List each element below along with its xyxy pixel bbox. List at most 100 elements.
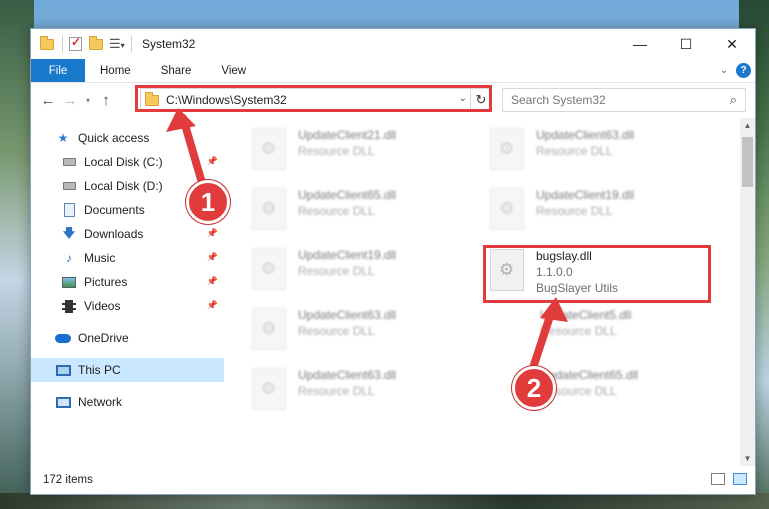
sidebar-item-pictures[interactable]: Pictures 📌 xyxy=(31,270,224,294)
pin-icon[interactable]: 📌 xyxy=(207,276,218,287)
file-description: Resource DLL xyxy=(298,264,375,278)
scroll-down-icon[interactable]: ▼ xyxy=(740,451,755,466)
status-bar: 172 items xyxy=(31,466,755,494)
sidebar-item-local-disk-c[interactable]: Local Disk (C:) 📌 xyxy=(31,150,224,174)
step-badge-1: 1 xyxy=(186,180,230,224)
file-name: UpdateClient5.dll xyxy=(540,308,632,322)
scroll-up-icon[interactable]: ▲ xyxy=(740,118,755,133)
up-arrow-icon[interactable]: ↑ xyxy=(95,92,117,109)
sidebar-item-network[interactable]: Network xyxy=(31,390,224,414)
sidebar-item-label: Local Disk (C:) xyxy=(84,155,163,169)
item-count: 172 items xyxy=(43,474,93,486)
pin-icon[interactable]: 📌 xyxy=(207,228,218,239)
download-icon: 🡇 xyxy=(62,225,76,240)
ribbon-tabs: File Home Share View ⌄ ? xyxy=(31,59,755,83)
file-item[interactable]: UpdateClient19.dll Resource DLL xyxy=(490,188,720,248)
navigation-bar: ← → ▾ ↑ C:\Windows\System32 ⌄ ↻ ⌕ xyxy=(31,83,755,117)
recent-locations-dropdown-icon[interactable]: ▾ xyxy=(81,96,95,105)
address-highlight-box xyxy=(135,85,492,112)
tab-file[interactable]: File xyxy=(31,59,85,82)
ribbon-right-controls: ⌄ ? xyxy=(720,63,751,78)
dll-file-icon xyxy=(252,188,286,230)
folder-icon[interactable] xyxy=(40,36,56,52)
sidebar-item-label: Network xyxy=(78,395,123,409)
window-title: System32 xyxy=(142,37,196,51)
sidebar-item-videos[interactable]: Videos 📌 xyxy=(31,294,224,318)
sidebar-item-label: Music xyxy=(84,251,116,265)
file-explorer-window: ☰▾ System32 — ☐ ✕ File Home Share View ⌄… xyxy=(30,28,756,495)
file-description: Resource DLL xyxy=(536,204,613,218)
sidebar-item-onedrive[interactable]: OneDrive xyxy=(31,326,224,350)
sidebar-item-label: Videos xyxy=(84,299,121,313)
cloud-icon xyxy=(55,330,71,346)
forward-arrow-icon[interactable]: → xyxy=(59,92,81,109)
drive-icon xyxy=(61,178,77,194)
file-description: Resource DLL xyxy=(540,324,617,338)
expand-ribbon-icon[interactable]: ⌄ xyxy=(720,65,728,76)
sidebar-item-music[interactable]: ♪ Music 📌 xyxy=(31,246,224,270)
file-item[interactable]: UpdateClient21.dll Resource DLL xyxy=(252,128,482,188)
file-description: Resource DLL xyxy=(298,144,375,158)
music-icon: ♪ xyxy=(66,251,72,265)
file-name: UpdateClient19.dll xyxy=(536,188,635,202)
search-icon[interactable]: ⌕ xyxy=(730,92,737,108)
videos-icon xyxy=(61,298,77,314)
file-item[interactable]: UpdateClient63.dll Resource DLL xyxy=(252,308,482,368)
sidebar-item-quick-access[interactable]: ★ Quick access xyxy=(31,126,224,150)
dll-file-icon xyxy=(252,128,286,170)
tab-view[interactable]: View xyxy=(206,59,261,82)
file-name: UpdateClient63.dll xyxy=(298,308,397,322)
sidebar-item-label: Pictures xyxy=(84,275,128,289)
large-icons-view-icon[interactable] xyxy=(733,473,747,485)
search-box[interactable]: ⌕ xyxy=(502,88,746,112)
palm-tree-left xyxy=(0,0,34,509)
sidebar-item-downloads[interactable]: 🡇 Downloads 📌 xyxy=(31,222,224,246)
file-highlight-box xyxy=(483,245,711,303)
toolbar-divider xyxy=(131,36,132,52)
documents-icon xyxy=(61,202,77,218)
star-icon: ★ xyxy=(57,131,69,145)
vertical-scrollbar[interactable]: ▲ ▼ xyxy=(740,118,755,466)
new-folder-icon[interactable] xyxy=(89,36,105,52)
view-toggle xyxy=(711,473,747,485)
pin-icon[interactable]: 📌 xyxy=(207,300,218,311)
help-icon[interactable]: ? xyxy=(736,63,751,78)
file-item[interactable]: UpdateClient65.dll Resource DLL xyxy=(540,368,755,428)
file-list-pane: UpdateClient21.dll Resource DLL UpdateCl… xyxy=(224,118,755,466)
file-description: Resource DLL xyxy=(298,204,375,218)
file-name: UpdateClient65.dll xyxy=(298,188,397,202)
customize-toolbar-icon[interactable]: ☰▾ xyxy=(109,36,125,52)
pin-icon[interactable]: 📌 xyxy=(207,252,218,263)
toolbar-divider xyxy=(62,36,63,52)
file-item[interactable]: UpdateClient63.dll Resource DLL xyxy=(490,128,720,188)
pin-icon[interactable]: 📌 xyxy=(207,156,218,167)
file-item[interactable]: UpdateClient63.dll Resource DLL xyxy=(252,368,482,428)
properties-icon[interactable] xyxy=(69,35,85,52)
sidebar-item-label: This PC xyxy=(78,363,121,377)
file-name: UpdateClient19.dll xyxy=(298,248,397,262)
tab-share[interactable]: Share xyxy=(146,59,207,82)
monitor-icon xyxy=(55,362,71,378)
ground-strip xyxy=(0,493,769,509)
scroll-thumb[interactable] xyxy=(742,137,753,187)
file-item[interactable]: UpdateClient65.dll Resource DLL xyxy=(252,188,482,248)
tab-home[interactable]: Home xyxy=(85,59,146,82)
minimize-button[interactable]: — xyxy=(617,29,663,59)
details-view-icon[interactable] xyxy=(711,473,725,485)
file-item[interactable]: UpdateClient5.dll Resource DLL xyxy=(540,308,755,368)
maximize-button[interactable]: ☐ xyxy=(663,29,709,59)
sidebar-item-this-pc[interactable]: This PC xyxy=(31,358,224,382)
file-name: UpdateClient21.dll xyxy=(298,128,397,142)
back-arrow-icon[interactable]: ← xyxy=(37,92,59,109)
search-input[interactable] xyxy=(511,93,701,107)
file-description: Resource DLL xyxy=(298,384,375,398)
dll-file-icon xyxy=(252,368,286,410)
sidebar-item-label: Downloads xyxy=(84,227,144,241)
drive-icon xyxy=(61,154,77,170)
sidebar-item-label: OneDrive xyxy=(78,331,129,345)
file-item[interactable]: UpdateClient19.dll Resource DLL xyxy=(252,248,482,308)
dll-file-icon xyxy=(490,188,524,230)
close-button[interactable]: ✕ xyxy=(709,29,755,59)
